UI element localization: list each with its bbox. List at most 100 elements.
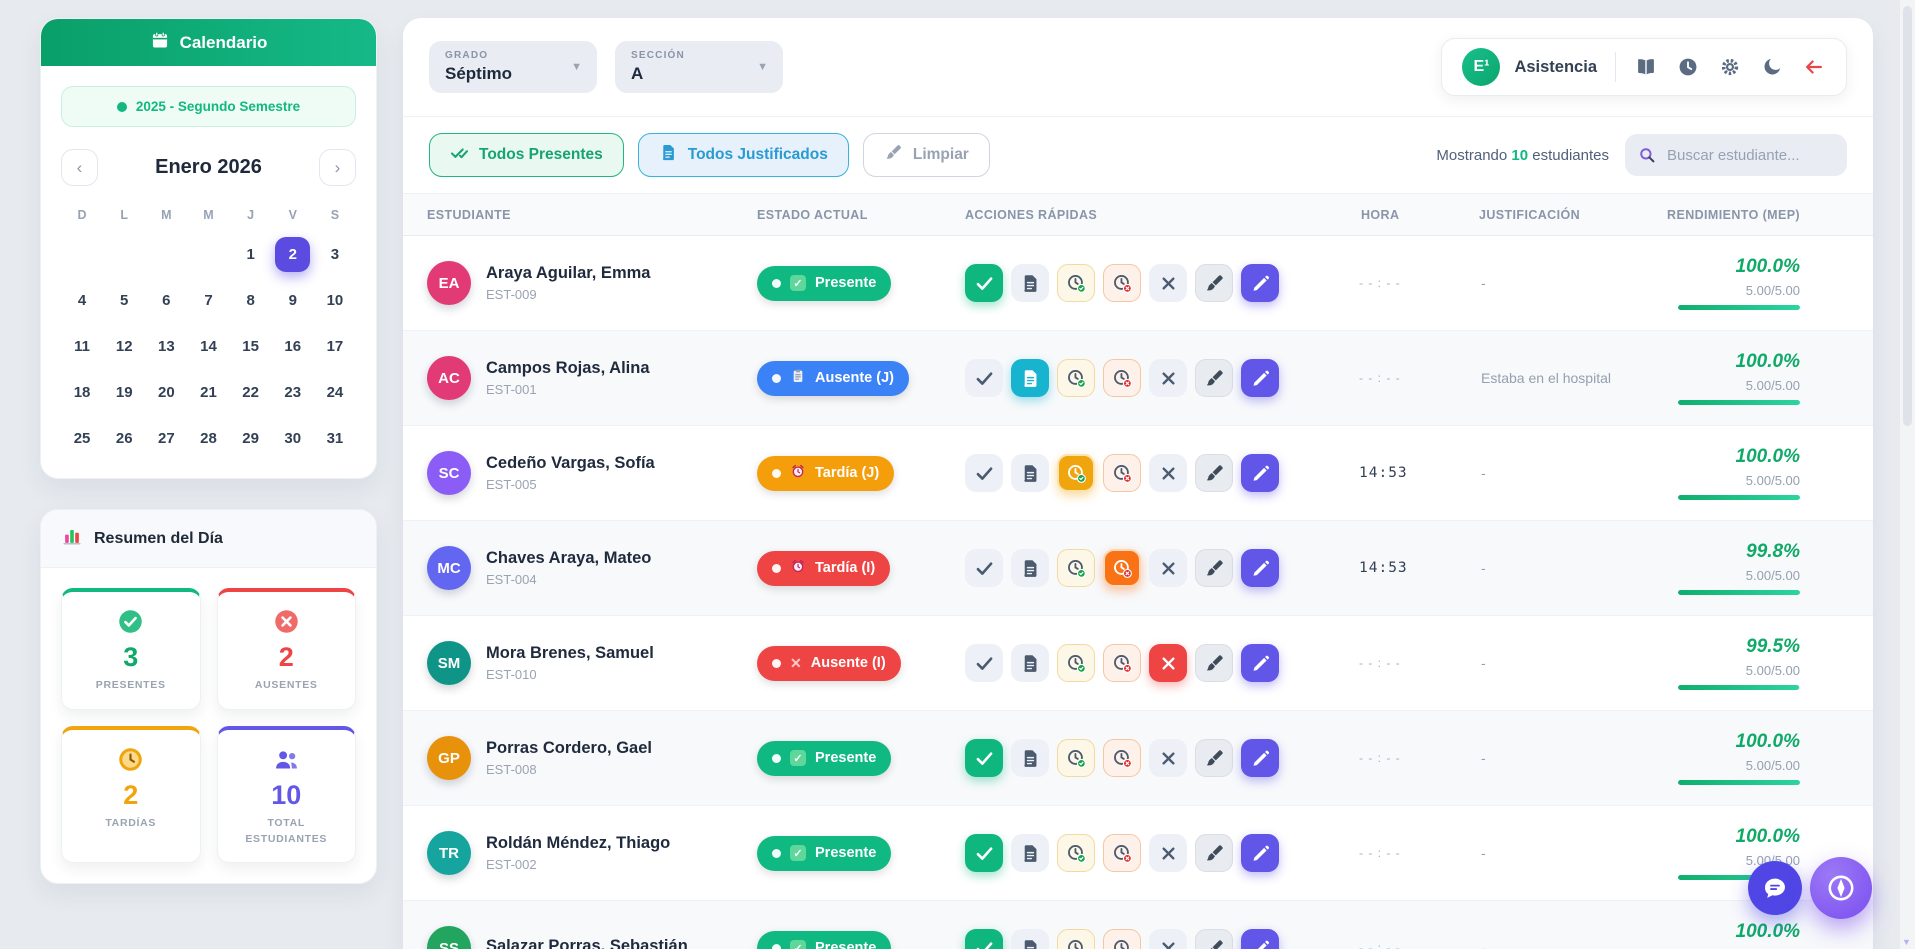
edit-row-button[interactable] (1241, 834, 1279, 872)
edit-row-button[interactable] (1241, 929, 1279, 949)
moon-icon[interactable] (1760, 55, 1784, 79)
mark-absent-button[interactable] (1149, 454, 1187, 492)
mark-present-button[interactable] (965, 929, 1003, 949)
calendar-day[interactable]: 25 (65, 421, 100, 456)
mark-late-unjustified-button[interactable] (1103, 454, 1141, 492)
calendar-day[interactable]: 9 (275, 283, 310, 318)
mark-present-button[interactable] (965, 549, 1003, 587)
mark-present-button[interactable] (965, 264, 1003, 302)
clear-row-button[interactable] (1195, 739, 1233, 777)
calendar-day[interactable]: 30 (275, 421, 310, 456)
calendar-day[interactable]: 23 (275, 375, 310, 410)
calendar-day[interactable]: 20 (149, 375, 184, 410)
mark-present-button[interactable] (965, 454, 1003, 492)
scrollbar-thumb[interactable] (1903, 6, 1912, 426)
calendar-day[interactable]: 22 (233, 375, 268, 410)
clear-row-button[interactable] (1195, 834, 1233, 872)
calendar-day[interactable]: 11 (65, 329, 100, 364)
calendar-day[interactable]: 14 (191, 329, 226, 364)
edit-row-button[interactable] (1241, 549, 1279, 587)
clock-icon[interactable] (1676, 55, 1700, 79)
prev-month-button[interactable]: ‹ (61, 149, 98, 186)
calendar-day[interactable]: 17 (317, 329, 352, 364)
mark-late-justified-button[interactable] (1057, 264, 1095, 302)
mark-absent-button[interactable] (1149, 739, 1187, 777)
mark-justified-button[interactable] (1011, 644, 1049, 682)
mark-present-button[interactable] (965, 834, 1003, 872)
mark-justified-button[interactable] (1011, 549, 1049, 587)
mark-absent-button[interactable] (1149, 644, 1187, 682)
clear-row-button[interactable] (1195, 264, 1233, 302)
clear-row-button[interactable] (1195, 359, 1233, 397)
clear-row-button[interactable] (1195, 929, 1233, 949)
calendar-day[interactable]: 7 (191, 283, 226, 318)
calendar-day[interactable]: 3 (317, 237, 352, 272)
clear-button[interactable]: Limpiar (863, 133, 990, 177)
mark-justified-button[interactable] (1011, 929, 1049, 949)
chat-fab-button[interactable] (1748, 861, 1802, 915)
mark-justified-button[interactable] (1011, 359, 1049, 397)
mark-present-button[interactable] (965, 644, 1003, 682)
mark-absent-button[interactable] (1149, 834, 1187, 872)
mark-late-justified-button[interactable] (1057, 549, 1095, 587)
clear-row-button[interactable] (1195, 454, 1233, 492)
calendar-day[interactable]: 31 (317, 421, 352, 456)
mark-absent-button[interactable] (1149, 549, 1187, 587)
mark-late-justified-button[interactable] (1057, 739, 1095, 777)
mark-late-unjustified-button[interactable] (1103, 644, 1141, 682)
all-present-button[interactable]: Todos Presentes (429, 133, 624, 177)
edit-row-button[interactable] (1241, 264, 1279, 302)
calendar-day[interactable]: 8 (233, 283, 268, 318)
calendar-day[interactable]: 10 (317, 283, 352, 318)
mark-late-justified-button[interactable] (1057, 834, 1095, 872)
calendar-day[interactable]: 4 (65, 283, 100, 318)
book-icon[interactable] (1634, 55, 1658, 79)
window-scrollbar[interactable]: ▼ (1900, 0, 1915, 949)
mark-late-justified-button[interactable] (1057, 644, 1095, 682)
calendar-day[interactable]: 6 (149, 283, 184, 318)
calendar-day[interactable]: 29 (233, 421, 268, 456)
calendar-day[interactable]: 19 (107, 375, 142, 410)
mark-justified-button[interactable] (1011, 834, 1049, 872)
mark-late-justified-button[interactable] (1057, 359, 1095, 397)
calendar-day[interactable]: 21 (191, 375, 226, 410)
calendar-day[interactable]: 13 (149, 329, 184, 364)
calendar-day[interactable]: 28 (191, 421, 226, 456)
mark-absent-button[interactable] (1149, 929, 1187, 949)
clear-row-button[interactable] (1195, 549, 1233, 587)
grade-select[interactable]: GRADO Séptimo ▼ (429, 41, 597, 93)
mark-late-unjustified-button[interactable] (1103, 264, 1141, 302)
mark-absent-button[interactable] (1149, 359, 1187, 397)
calendar-day[interactable]: 12 (107, 329, 142, 364)
calendar-day-selected[interactable]: 2 (275, 237, 310, 272)
back-arrow-icon[interactable] (1802, 55, 1826, 79)
calendar-day[interactable]: 26 (107, 421, 142, 456)
clear-row-button[interactable] (1195, 644, 1233, 682)
gear-icon[interactable] (1718, 55, 1742, 79)
all-justified-button[interactable]: Todos Justificados (638, 133, 849, 177)
calendar-day[interactable]: 27 (149, 421, 184, 456)
section-select[interactable]: SECCIÓN A ▼ (615, 41, 783, 93)
mark-late-unjustified-button[interactable] (1103, 834, 1141, 872)
calendar-day[interactable]: 24 (317, 375, 352, 410)
search-input[interactable] (1625, 134, 1847, 176)
mark-justified-button[interactable] (1011, 739, 1049, 777)
calendar-day[interactable]: 1 (233, 237, 268, 272)
mark-late-unjustified-button[interactable] (1103, 359, 1141, 397)
mark-absent-button[interactable] (1149, 264, 1187, 302)
calendar-day[interactable]: 5 (107, 283, 142, 318)
mark-present-button[interactable] (965, 739, 1003, 777)
mark-late-unjustified-button[interactable] (1103, 739, 1141, 777)
navigate-fab-button[interactable] (1810, 857, 1872, 919)
calendar-day[interactable]: 15 (233, 329, 268, 364)
edit-row-button[interactable] (1241, 739, 1279, 777)
edit-row-button[interactable] (1241, 644, 1279, 682)
edit-row-button[interactable] (1241, 454, 1279, 492)
mark-late-unjustified-button[interactable] (1103, 929, 1141, 949)
mark-present-button[interactable] (965, 359, 1003, 397)
mark-late-unjustified-button[interactable] (1103, 549, 1141, 587)
calendar-day[interactable]: 18 (65, 375, 100, 410)
next-month-button[interactable]: › (319, 149, 356, 186)
mark-late-justified-button[interactable] (1057, 454, 1095, 492)
edit-row-button[interactable] (1241, 359, 1279, 397)
